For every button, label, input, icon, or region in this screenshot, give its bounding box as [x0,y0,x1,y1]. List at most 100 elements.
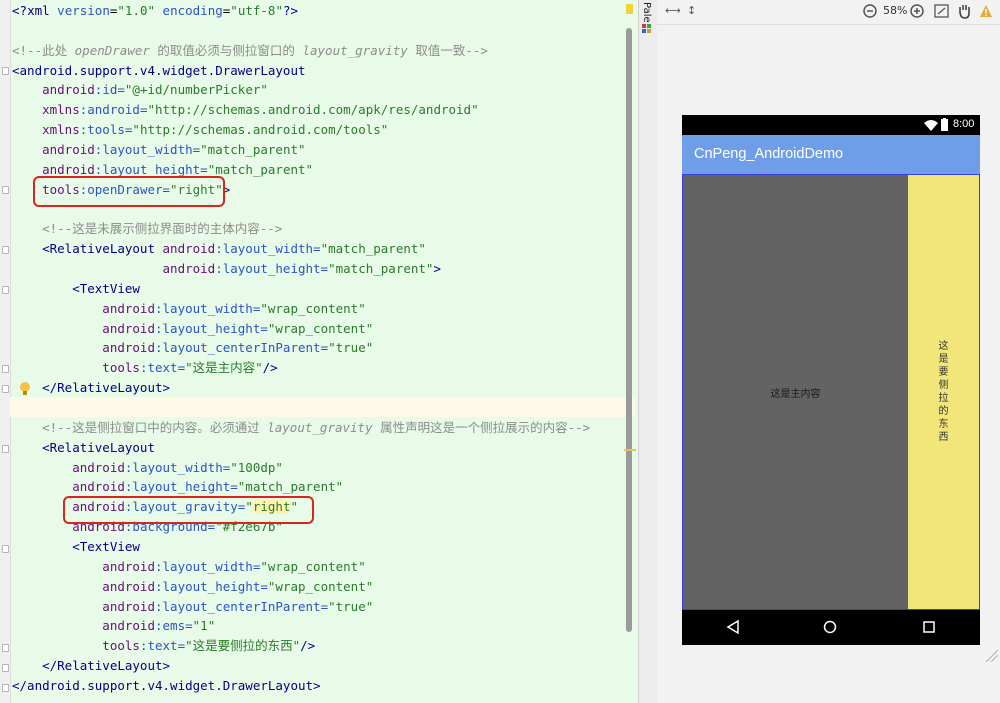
back-icon[interactable] [726,620,740,634]
code-token: android [12,161,95,177]
fold-icon[interactable] [2,644,9,652]
recents-icon[interactable] [922,620,936,634]
code-token: :id= [94,82,125,98]
fold-icon[interactable] [2,684,9,692]
status-time: 8:00 [953,118,975,130]
code-token: "true" [328,598,374,614]
resize-horizontal-icon[interactable]: ⟷ [665,3,681,19]
code-token: "wrap_content" [260,558,366,574]
code-token: 取值一致--> [407,42,488,58]
device-preview: 8:00 CnPeng_AndroidDemo 这是主内容 这是要侧拉的东西 [682,115,980,645]
warning-marker[interactable] [626,4,633,14]
app-title: CnPeng_AndroidDemo [694,146,844,162]
navigation-bar [682,610,980,645]
fold-icon[interactable] [2,385,9,393]
zoom-out-icon[interactable] [863,4,877,20]
code-token: :ems= [155,618,193,634]
code-line[interactable]: </RelativeLayout> [12,656,170,676]
fold-icon[interactable] [2,365,9,373]
code-line[interactable]: android:layout_height="match_parent" [12,477,343,497]
code-token: 属性声明这是一个侧拉展示的内容--> [372,419,591,435]
editor-scrollbar[interactable] [626,28,632,632]
code-token: :layout_height= [155,578,268,594]
code-token: openDrawer [74,42,150,58]
fold-icon[interactable] [2,445,9,453]
code-token: "这是主内容" [185,360,263,376]
zoom-in-icon[interactable] [910,4,924,20]
code-token: :layout_height= [215,261,329,277]
resize-grip-icon[interactable] [984,648,998,662]
fold-icon[interactable] [2,286,9,294]
code-token: :layout_height= [124,479,238,495]
code-line[interactable]: android:layout_height="wrap_content" [12,577,373,597]
side-drawer[interactable]: 这是要侧拉的东西 [908,175,979,609]
code-token: xml [27,3,58,18]
fold-icon[interactable] [2,186,9,194]
drawer-text: 这是要侧拉的东西 [938,341,949,443]
code-line[interactable]: </android.support.v4.widget.DrawerLayout… [12,676,321,696]
error-stripe-marker[interactable] [624,449,636,451]
code-line[interactable]: <!--这是侧拉窗口中的内容。必须通过 layout_gravity 属性声明这… [12,418,590,438]
code-line[interactable]: android:ems="1" [12,616,215,636]
code-token: :layout_width= [155,300,261,316]
code-token: <TextView [12,280,140,296]
code-line[interactable]: android:layout_width="100dp" [12,458,283,478]
code-line[interactable]: <TextView [12,537,140,557]
code-token: layout_gravity [302,42,408,58]
code-line[interactable]: android:layout_width="match_parent" [12,140,306,160]
home-icon[interactable] [823,620,837,634]
code-token: :layout_width= [155,558,261,574]
code-line[interactable]: <?xml version="1.0" encoding="utf-8"?> [12,1,298,21]
code-line[interactable]: android:id="@+id/numberPicker" [12,80,268,100]
code-token: "1" [192,618,216,634]
fold-icon[interactable] [2,246,9,254]
code-token: </android.support.v4.widget.DrawerLayout… [12,677,321,693]
code-token: <? [12,3,28,18]
fold-icon[interactable] [2,664,9,672]
code-token: android [12,598,155,614]
palette-panel[interactable]: Pale [638,0,658,703]
zoom-to-fit-icon[interactable] [934,4,949,20]
palette-tab-label[interactable]: Pale [641,2,652,23]
warning-icon[interactable] [979,4,993,20]
code-token: <!--这是未展示侧拉界面时的主体内容--> [12,221,283,237]
code-editor[interactable]: <?xml version="1.0" encoding="utf-8"?> <!… [0,0,638,703]
pan-hand-icon[interactable] [957,3,971,19]
code-line[interactable]: tools:text="这是主内容"/> [12,358,278,378]
code-token: /> [262,360,278,376]
code-token: :layout_centerInParent= [155,340,329,356]
code-line[interactable]: android:layout_width="wrap_content" [12,299,365,319]
code-token: <RelativeLayout [12,439,155,455]
code-token: android [162,241,216,257]
code-line[interactable]: android:layout_centerInParent="true" [12,597,373,617]
code-line[interactable]: android:layout_height="match_parent"> [12,259,441,279]
fold-icon[interactable] [2,545,9,553]
code-token: "100dp" [230,459,283,475]
code-line[interactable]: <!--这是未展示侧拉界面时的主体内容--> [12,219,282,239]
resize-vertical-icon[interactable]: ↕ [687,3,696,19]
code-line[interactable]: android:layout_centerInParent="true" [12,338,373,358]
code-line[interactable]: <!--此处 openDrawer 的取值必须与侧拉窗口的 layout_gra… [12,41,488,61]
code-token: "match_parent" [200,141,306,157]
code-token: "match_parent" [320,241,426,257]
status-bar: 8:00 [682,115,980,135]
drawer-layout: 这是主内容 这是要侧拉的东西 [682,174,980,610]
fold-icon[interactable] [2,67,9,75]
code-token: > [433,261,441,277]
code-line[interactable]: xmlns:android="http://schemas.android.co… [12,100,479,120]
code-line[interactable]: android:layout_width="wrap_content" [12,557,366,577]
code-line[interactable]: </RelativeLayout> [12,378,170,398]
code-line[interactable]: <android.support.v4.widget.DrawerLayout [12,61,306,81]
code-line[interactable]: android:layout_height="wrap_content" [12,319,373,339]
code-token: "match_parent" [237,479,344,495]
code-token: android [12,578,155,594]
code-line[interactable]: <TextView [12,279,140,299]
palette-icon[interactable] [642,24,652,34]
code-token: <TextView [12,538,140,554]
code-line[interactable]: xmlns:tools="http://schemas.android.com/… [12,120,388,140]
code-line[interactable]: <RelativeLayout android:layout_width="ma… [12,239,426,259]
code-line[interactable]: <RelativeLayout [12,438,155,458]
code-line[interactable]: tools:text="这是要侧拉的东西"/> [12,636,315,656]
code-token: xmlns [12,122,80,138]
code-token: "1.0" [117,3,156,18]
